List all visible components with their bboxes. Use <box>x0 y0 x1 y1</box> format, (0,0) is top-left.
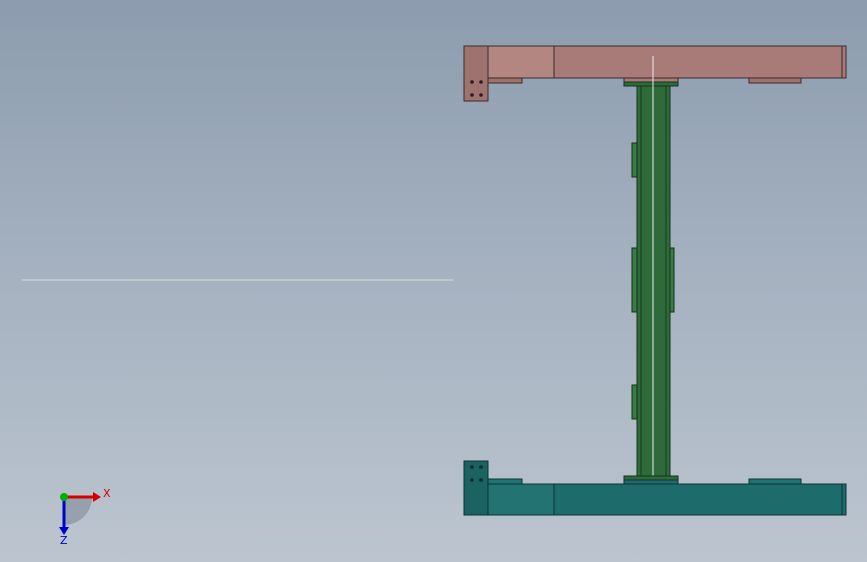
bottom-beam-pad-left[interactable] <box>487 478 523 485</box>
bottom-beam-column-plate[interactable] <box>623 479 679 485</box>
frame-assembly[interactable] <box>463 45 847 516</box>
bolt-hole <box>470 478 474 482</box>
column-stiffener[interactable] <box>631 384 638 420</box>
column-top-flange[interactable] <box>623 81 679 87</box>
bolt-hole <box>470 80 474 84</box>
bolt-hole <box>479 465 483 469</box>
column-stiffener[interactable] <box>669 247 675 313</box>
bolt-hole <box>470 93 474 97</box>
bottom-beam-end-plate[interactable] <box>463 460 489 516</box>
x-axis-arrowhead <box>93 492 101 502</box>
bottom-beam-end-cap[interactable] <box>487 483 555 516</box>
x-axis-label: X <box>103 487 111 500</box>
bolt-hole <box>479 478 483 482</box>
orientation-triad[interactable]: X Z <box>59 487 111 547</box>
y-axis-dot <box>60 493 68 501</box>
bolt-hole <box>479 80 483 84</box>
z-axis-label: Z <box>60 534 68 547</box>
column-stiffener[interactable] <box>631 247 638 313</box>
triad-shadow <box>64 497 92 525</box>
top-beam-pad-left[interactable] <box>487 77 523 84</box>
bottom-beam-pad-right[interactable] <box>748 478 802 485</box>
cad-viewport[interactable]: X Z <box>0 0 867 562</box>
top-beam-end-cap[interactable] <box>487 45 555 79</box>
vertical-column[interactable] <box>623 56 679 485</box>
column-stiffener[interactable] <box>631 142 638 178</box>
top-beam-end-plate[interactable] <box>463 45 489 102</box>
bolt-hole <box>470 465 474 469</box>
bolt-hole <box>479 93 483 97</box>
top-beam-pad-right[interactable] <box>748 77 802 84</box>
